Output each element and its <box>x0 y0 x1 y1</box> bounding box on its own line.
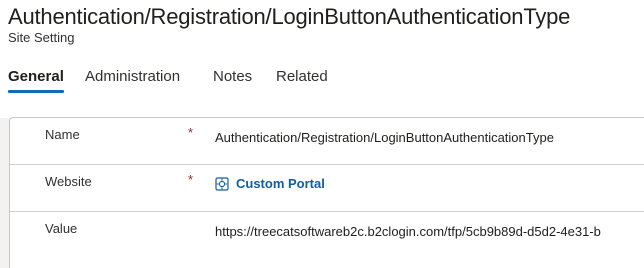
tab-administration-label: Administration <box>85 68 181 85</box>
tab-related-label: Related <box>276 68 328 85</box>
name-field-value[interactable]: Authentication/Registration/LoginButtonA… <box>215 130 554 145</box>
tab-general-label: General <box>8 68 64 85</box>
tab-general[interactable]: General <box>8 68 64 93</box>
record-header: Authentication/Registration/LoginButtonA… <box>0 0 644 118</box>
required-indicator: * <box>188 172 194 187</box>
tab-notes[interactable]: Notes <box>213 68 252 85</box>
entity-type-label: Site Setting <box>8 30 75 45</box>
tab-administration[interactable]: Administration <box>85 68 180 85</box>
website-lookup-icon <box>215 176 229 191</box>
field-row-value: Value https://treecatsoftwareb2c.b2clogi… <box>10 212 644 258</box>
website-lookup-value: Custom Portal <box>236 176 325 191</box>
required-indicator: * <box>188 125 194 140</box>
field-row-website: Website * Custom Portal <box>10 165 644 212</box>
page-title: Authentication/Registration/LoginButtonA… <box>8 4 571 29</box>
value-field-value[interactable]: https://treecatsoftwareb2c.b2clogin.com/… <box>215 224 601 239</box>
value-field-label: Value <box>45 221 78 236</box>
tab-related[interactable]: Related <box>276 68 328 85</box>
active-tab-indicator <box>8 90 64 93</box>
website-lookup-link[interactable]: Custom Portal <box>215 176 325 191</box>
general-form-section: Name * Authentication/Registration/Login… <box>9 117 644 268</box>
name-field-label: Name <box>45 127 80 142</box>
website-field-label: Website <box>45 174 92 189</box>
field-row-name: Name * Authentication/Registration/Login… <box>10 118 644 165</box>
tab-notes-label: Notes <box>213 68 253 85</box>
